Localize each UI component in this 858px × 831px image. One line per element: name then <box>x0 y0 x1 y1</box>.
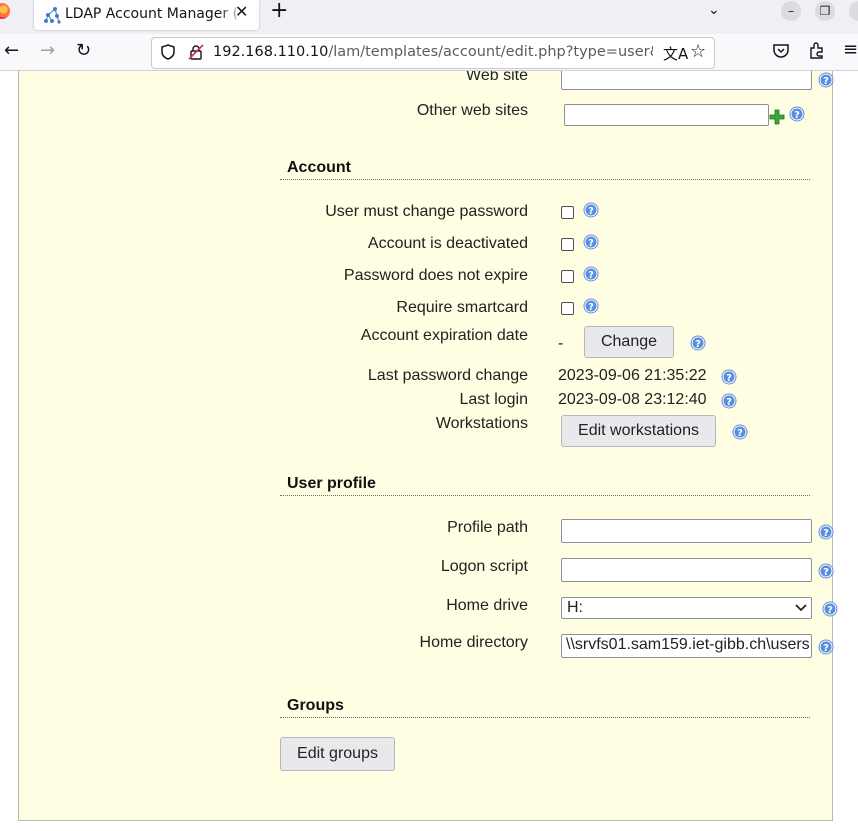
url-bar[interactable]: 192.168.110.10/lam/templates/account/edi… <box>151 37 715 69</box>
help-icon[interactable]: ? <box>822 601 838 617</box>
account-expiration-label: Account expiration date <box>360 327 528 344</box>
section-divider <box>280 717 810 718</box>
help-icon[interactable]: ? <box>789 106 805 122</box>
require-smartcard-checkbox[interactable] <box>561 302 574 315</box>
password-no-expire-label: Password does not expire <box>343 267 528 284</box>
help-icon[interactable]: ? <box>583 298 599 314</box>
require-smartcard-label: Require smartcard <box>396 299 528 316</box>
help-icon[interactable]: ? <box>690 335 706 351</box>
must-change-password-checkbox[interactable] <box>561 206 574 219</box>
edit-workstations-button[interactable]: Edit workstations <box>561 415 716 447</box>
help-icon[interactable]: ? <box>818 524 834 540</box>
add-plus-icon[interactable] <box>769 109 785 125</box>
password-no-expire-checkbox[interactable] <box>561 270 574 283</box>
reload-icon[interactable]: ↻ <box>76 41 91 61</box>
svg-text:?: ? <box>726 397 732 408</box>
app-menu-icon[interactable]: ≡ <box>843 39 858 60</box>
help-icon[interactable]: ? <box>818 72 834 88</box>
change-expiration-button[interactable]: Change <box>584 326 674 358</box>
account-expiration-value: - <box>558 335 564 352</box>
pocket-icon[interactable] <box>772 42 790 60</box>
home-drive-select[interactable]: H: <box>561 597 812 619</box>
last-login-value: 2023-09-08 23:12:40 <box>558 391 707 408</box>
firefox-icon[interactable] <box>0 3 10 19</box>
svg-text:?: ? <box>588 238 594 249</box>
section-title-user-profile: User profile <box>287 475 376 492</box>
svg-text:?: ? <box>794 110 800 121</box>
svg-text:?: ? <box>588 302 594 313</box>
help-icon[interactable]: ? <box>721 369 737 385</box>
svg-text:?: ? <box>588 206 594 217</box>
navigation-bar: ← → ↻ 192.168.110.10/lam/templates/accou… <box>0 34 858 71</box>
website-input[interactable] <box>561 71 812 90</box>
ldap-tree-icon <box>44 7 61 24</box>
help-icon[interactable]: ? <box>583 202 599 218</box>
tab-list-chevron-icon[interactable]: ⌄ <box>708 2 720 18</box>
tab-title: LDAP Account Manager ( <box>65 6 239 22</box>
bookmark-star-icon[interactable]: ☆ <box>690 41 706 62</box>
extensions-icon[interactable] <box>808 41 826 59</box>
svg-text:?: ? <box>823 567 829 578</box>
must-change-password-label: User must change password <box>325 203 528 220</box>
home-directory-label: Home directory <box>419 634 528 651</box>
logon-script-label: Logon script <box>440 558 528 575</box>
url-path: /lam/templates/account/edit.php?type=use… <box>328 44 653 60</box>
workstations-label: Workstations <box>435 415 528 432</box>
section-divider <box>280 495 810 496</box>
help-icon[interactable]: ? <box>583 266 599 282</box>
svg-text:?: ? <box>737 428 743 439</box>
profile-path-label: Profile path <box>447 519 528 536</box>
svg-text:?: ? <box>827 605 833 616</box>
logon-script-input[interactable] <box>561 558 812 582</box>
account-deactivated-checkbox[interactable] <box>561 238 574 251</box>
back-icon[interactable]: ← <box>4 41 19 61</box>
svg-text:?: ? <box>588 270 594 281</box>
forward-icon[interactable]: → <box>40 41 55 61</box>
help-icon[interactable]: ? <box>732 424 748 440</box>
page-content: Web site ? Other web sites ? Account Use… <box>0 71 858 831</box>
home-drive-label: Home drive <box>446 597 528 614</box>
svg-text:?: ? <box>823 528 829 539</box>
edit-groups-button[interactable]: Edit groups <box>280 737 395 771</box>
svg-text:?: ? <box>695 339 701 350</box>
minimize-button[interactable]: – <box>781 1 801 21</box>
insecure-lock-icon[interactable] <box>188 44 204 60</box>
tracking-shield-icon[interactable] <box>161 44 175 60</box>
url-text[interactable]: 192.168.110.10/lam/templates/account/edi… <box>213 44 653 64</box>
account-deactivated-label: Account is deactivated <box>367 235 528 252</box>
home-drive-selected-value: H: <box>567 599 583 616</box>
url-host: 192.168.110.10 <box>213 44 329 60</box>
last-password-change-label: Last password change <box>367 367 528 384</box>
tab-ldap-account-manager[interactable]: LDAP Account Manager ( ✕ <box>34 0 259 30</box>
other-websites-label: Other web sites <box>416 102 528 119</box>
chevron-down-icon <box>795 604 807 612</box>
other-websites-input[interactable] <box>564 104 769 126</box>
last-password-change-value: 2023-09-06 21:35:22 <box>558 367 707 384</box>
maximize-button[interactable]: ❐ <box>815 1 835 21</box>
tab-bar: LDAP Account Manager ( ✕ + ⌄ – ❐ <box>0 0 858 34</box>
svg-text:?: ? <box>726 373 732 384</box>
svg-text:?: ? <box>823 643 829 654</box>
new-tab-button[interactable]: + <box>270 0 288 22</box>
last-login-label: Last login <box>459 391 529 408</box>
section-title-groups: Groups <box>287 697 344 714</box>
website-label: Web site <box>466 71 528 84</box>
section-divider <box>280 179 810 180</box>
help-icon[interactable]: ? <box>583 234 599 250</box>
close-tab-icon[interactable]: ✕ <box>235 2 248 21</box>
section-title-account: Account <box>287 159 351 176</box>
svg-text:?: ? <box>823 76 829 87</box>
help-icon[interactable]: ? <box>818 563 834 579</box>
help-icon[interactable]: ? <box>818 639 834 655</box>
profile-path-input[interactable] <box>561 519 812 543</box>
home-directory-input[interactable]: \\srvfs01.sam159.iet-gibb.ch\users <box>561 634 812 658</box>
translate-icon[interactable]: 文A <box>663 43 688 64</box>
help-icon[interactable]: ? <box>721 393 737 409</box>
close-window-button[interactable] <box>849 1 858 21</box>
